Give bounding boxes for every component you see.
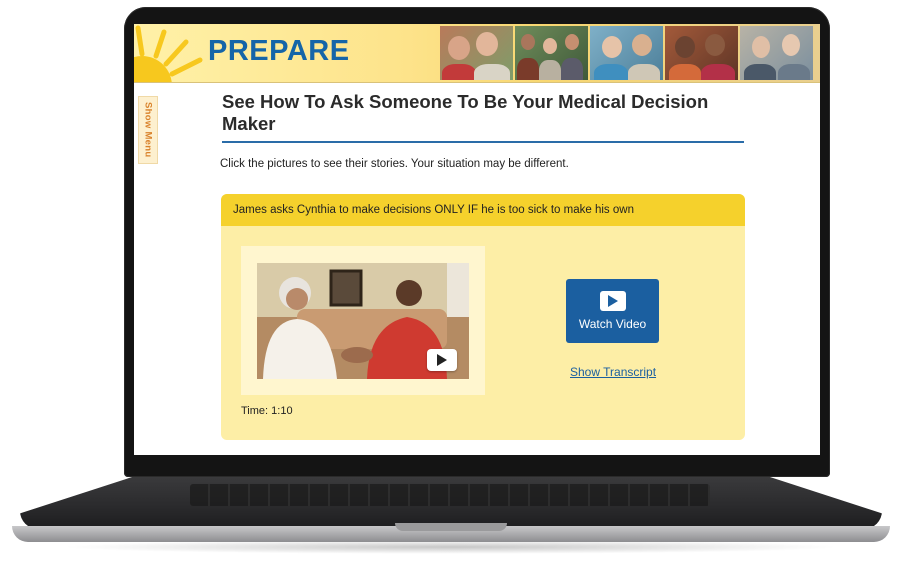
laptop-screen: PREPARE Show Menu See How To Ask Someone… [134, 24, 820, 455]
show-transcript-link[interactable]: Show Transcript [570, 365, 656, 379]
story-heading: James asks Cynthia to make decisions ONL… [221, 194, 745, 226]
laptop-keyboard [190, 484, 710, 506]
page-title: See How To Ask Someone To Be Your Medica… [222, 91, 709, 134]
laptop-shadow [60, 540, 842, 554]
video-duration: Time: 1:10 [241, 405, 293, 417]
title-divider [222, 141, 744, 143]
header-banner: PREPARE [134, 24, 820, 83]
watch-video-label: Watch Video [578, 317, 647, 331]
watch-video-button[interactable]: Watch Video [566, 279, 659, 343]
header-photo [515, 26, 588, 80]
header-photo-strip [440, 26, 813, 80]
laptop-trackpad-notch [395, 523, 507, 531]
header-photo [665, 26, 738, 80]
prepare-logo[interactable]: PREPARE [208, 35, 350, 68]
header-photo [740, 26, 813, 80]
header-photo [440, 26, 513, 80]
video-thumbnail-frame [241, 246, 485, 395]
play-icon [599, 291, 626, 311]
instructions-text: Click the pictures to see their stories.… [220, 158, 569, 170]
story-card: James asks Cynthia to make decisions ONL… [221, 194, 745, 440]
show-menu-label: Show Menu [142, 102, 154, 158]
show-menu-tab[interactable]: Show Menu [138, 96, 158, 164]
video-play-icon[interactable] [427, 349, 457, 371]
header-photo [590, 26, 663, 80]
video-thumbnail[interactable] [257, 263, 469, 379]
